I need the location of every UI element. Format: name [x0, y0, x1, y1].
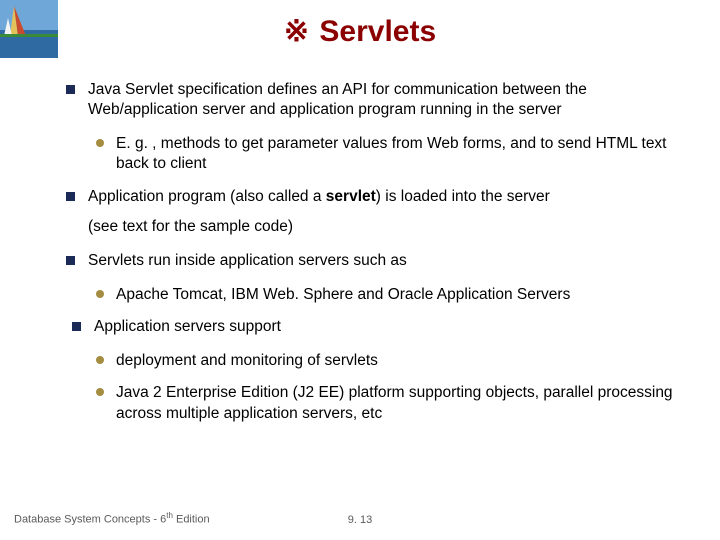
bullet-4: Application servers support: [60, 317, 680, 337]
bullet-4-sub-2-text: Java 2 Enterprise Edition (J2 EE) platfo…: [116, 384, 673, 421]
slide-title-row: ※ Servlets: [0, 14, 720, 49]
bullet-3: Servlets run inside application servers …: [60, 251, 680, 271]
bullet-1-sub-1: E. g. , methods to get parameter values …: [60, 134, 680, 174]
bullet-3-text: Servlets run inside application servers …: [88, 252, 407, 269]
bullet-2-note: (see text for the sample code): [60, 217, 680, 237]
bullet-2-text-pre: Application program (also called a: [88, 188, 326, 205]
bullet-3-sub-1: Apache Tomcat, IBM Web. Sphere and Oracl…: [60, 285, 680, 305]
bullet-4-sub-2: Java 2 Enterprise Edition (J2 EE) platfo…: [60, 383, 680, 423]
slide: ※ Servlets Java Servlet specification de…: [0, 0, 720, 540]
bullet-4-sub-1: deployment and monitoring of servlets: [60, 351, 680, 371]
bullet-3-sub-1-text: Apache Tomcat, IBM Web. Sphere and Oracl…: [116, 286, 570, 303]
bullet-4-sub-1-text: deployment and monitoring of servlets: [116, 352, 378, 369]
bullet-2-keyword: servlet: [326, 188, 376, 205]
bullet-4-text: Application servers support: [94, 318, 281, 335]
slide-title: Servlets: [319, 15, 436, 49]
bullet-1-text: Java Servlet specification defines an AP…: [88, 81, 587, 118]
title-glyph-icon: ※: [284, 14, 309, 49]
bullet-2: Application program (also called a servl…: [60, 187, 680, 207]
bullet-2-text-post: ) is loaded into the server: [376, 188, 550, 205]
bullet-1: Java Servlet specification defines an AP…: [60, 80, 680, 120]
footer-page-number: 9. 13: [0, 514, 720, 526]
slide-body: Java Servlet specification defines an AP…: [60, 80, 680, 436]
bullet-1-sub-1-text: E. g. , methods to get parameter values …: [116, 135, 667, 172]
